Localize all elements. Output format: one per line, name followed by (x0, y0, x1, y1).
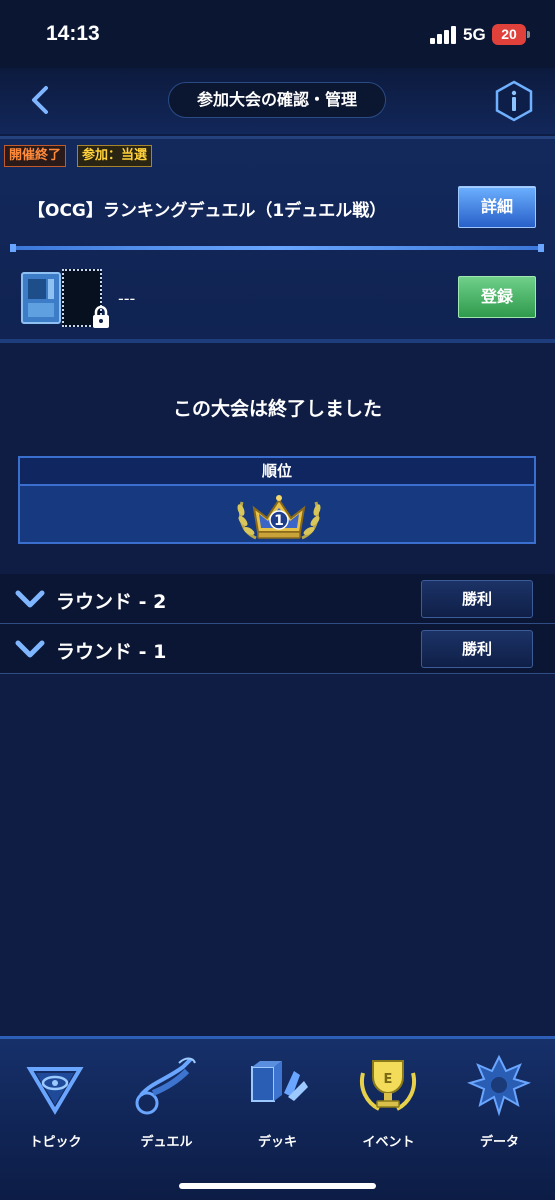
info-button[interactable] (493, 80, 535, 122)
chevron-down-icon (15, 590, 45, 608)
round-row[interactable]: ラウンド - 1 勝利 (0, 624, 555, 674)
network-label: 5G (463, 25, 486, 44)
trophy-icon: E (360, 1060, 416, 1111)
nav-item-data[interactable]: データ (444, 1049, 555, 1159)
nav-item-event[interactable]: E イベント (333, 1049, 444, 1159)
info-icon (495, 80, 533, 122)
bottom-nav: トピック デュエル デッキ E イベント データ (0, 1036, 555, 1200)
round-row[interactable]: ラウンド - 2 勝利 (0, 574, 555, 624)
header: 参加大会の確認・管理 (0, 68, 555, 134)
deck-cards-icon (251, 1061, 308, 1102)
millennium-eye-icon (26, 1067, 84, 1115)
status-bar: 14:13 5G 20 (0, 0, 555, 68)
result-badge: 勝利 (421, 630, 533, 668)
svg-text:E: E (384, 1072, 393, 1087)
chevron-down-icon (15, 640, 45, 658)
round-label: ラウンド - 2 (56, 591, 167, 613)
event-name: 【OCG】ランキングデュエル（1デュエル戦） (28, 201, 387, 221)
status-time: 14:13 (46, 22, 100, 45)
nav-item-duel[interactable]: デュエル (111, 1049, 222, 1159)
nav-item-deck[interactable]: デッキ (222, 1049, 333, 1159)
nav-item-topic[interactable]: トピック (0, 1049, 111, 1159)
round-label: ラウンド - 1 (56, 641, 167, 663)
signal-icon (430, 26, 456, 44)
rank-header: 順位 (20, 458, 534, 486)
tournament-panel: 開催終了 参加：当選 【OCG】ランキングデュエル（1デュエル戦） 詳細 ---… (0, 136, 555, 343)
page-title: 参加大会の確認・管理 (168, 82, 386, 118)
chevron-left-icon (32, 86, 48, 114)
home-indicator[interactable] (179, 1183, 376, 1189)
nav-label: データ (479, 1135, 519, 1150)
data-character-icon (467, 1054, 531, 1117)
result-badge: 勝利 (421, 580, 533, 618)
details-button[interactable]: 詳細 (458, 186, 536, 228)
crown-rank-icon: 1 (237, 495, 321, 540)
ended-message: この大会は終了しました (172, 398, 382, 420)
nav-label: イベント (362, 1135, 415, 1150)
entry-badge: 参加：当選 (77, 145, 153, 167)
register-button[interactable]: 登録 (458, 276, 536, 318)
rank-box: 順位 1 (18, 456, 536, 544)
back-button[interactable] (22, 82, 58, 118)
nav-label: デッキ (257, 1135, 297, 1150)
duel-bike-icon (135, 1057, 196, 1115)
rank-value: 1 (274, 513, 284, 529)
battery-icon: 20 (492, 24, 530, 45)
lock-icon (93, 305, 109, 328)
deck-case-icon (21, 272, 61, 324)
nav-label: デュエル (140, 1135, 193, 1150)
nav-label: トピック (29, 1135, 82, 1150)
divider (10, 244, 544, 252)
status-badge: 開催終了 (4, 145, 67, 167)
deck-value: --- (118, 289, 136, 308)
